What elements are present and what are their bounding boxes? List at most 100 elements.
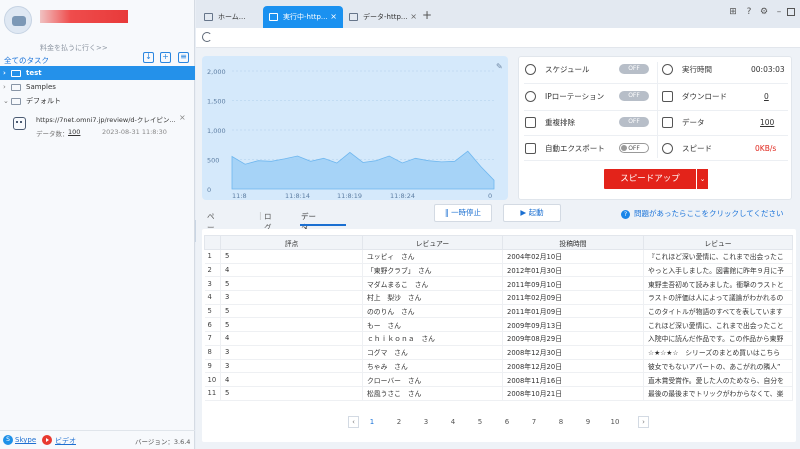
add-tab-button[interactable]: +: [422, 8, 432, 22]
task-count[interactable]: 100: [68, 128, 80, 136]
table-row[interactable]: 6 5 もー さん 2009年09月13日 これほど深い愛情に、これまで出会ったこと: [204, 317, 793, 333]
table-row[interactable]: 7 4 ｃｈｉｋｏｎａ さん 2009年08月29日 入院中に読んだ作品です。この作品か…: [204, 331, 793, 346]
next-page-button[interactable]: ›: [638, 416, 649, 428]
column-header[interactable]: レビュー: [643, 235, 793, 250]
column-header[interactable]: [204, 235, 221, 250]
data-value[interactable]: 100: [760, 118, 774, 127]
tree-item-samples[interactable]: › Samples: [0, 80, 195, 94]
page-button[interactable]: 3: [420, 416, 432, 428]
page-button[interactable]: 7: [528, 416, 540, 428]
tree-item-test[interactable]: › test: [0, 66, 195, 80]
close-icon[interactable]: ×: [179, 113, 186, 122]
table-cell: マダムまるこ さん: [362, 276, 503, 292]
speedup-button[interactable]: スピードアップ: [604, 169, 696, 189]
table-row[interactable]: 8 3 コグマ さん 2008年12月30日 ☆★☆★☆ シリーズのまとめ買いはこちら: [204, 345, 793, 360]
page-button[interactable]: 2: [393, 416, 405, 428]
import-icon[interactable]: ↓: [143, 52, 154, 63]
table-cell: 5: [204, 304, 221, 319]
table-cell: 2: [204, 263, 221, 278]
skype-icon[interactable]: S: [3, 435, 13, 445]
page-button[interactable]: 8: [555, 416, 567, 428]
refresh-icon[interactable]: [202, 32, 212, 42]
table-row[interactable]: 11 5 松風うさこ さん 2008年10月21日 最後の最後までトリックがわからなくて…: [204, 386, 793, 401]
divider: [524, 160, 788, 161]
tab-bar: ホーム... 実行中-http... × データ-http... × + ⊞ ?…: [196, 0, 800, 28]
chevron-right-icon[interactable]: ›: [3, 83, 11, 91]
page-button[interactable]: 1: [366, 416, 378, 428]
table-cell: ☆★☆★☆ シリーズのまとめ買いはこちら: [643, 345, 793, 360]
column-header[interactable]: 投稿時間: [502, 235, 644, 250]
divider: [524, 83, 788, 84]
chevron-down-icon[interactable]: ⌄: [697, 169, 708, 189]
column-header[interactable]: レビュアー: [362, 235, 503, 250]
speed-row: スピード: [662, 141, 712, 155]
home-icon: [204, 13, 213, 21]
download-icon: [662, 90, 673, 102]
task-item[interactable]: https://7net.omni7.jp/review/d-クレイピン... …: [0, 110, 195, 140]
sync-icon[interactable]: ≡: [178, 52, 189, 63]
minimize-icon[interactable]: –: [774, 7, 784, 17]
table-cell: 9: [204, 359, 221, 374]
tree-item-default[interactable]: ⌄ デフォルト: [0, 94, 195, 108]
all-tasks-label[interactable]: 全てのタスク: [4, 55, 49, 66]
table-row[interactable]: 9 3 ちゃみ さん 2008年12月20日 彼女でもないアパートの、あこがれの隣人”: [204, 359, 793, 374]
table-cell: ｃｈｉｋｏｎａ さん: [362, 331, 503, 346]
table-cell: 6: [204, 317, 221, 333]
page-button[interactable]: 10: [609, 416, 621, 428]
auto-export-toggle[interactable]: OFF: [619, 143, 649, 153]
table-cell: 2004年02月10日: [502, 249, 644, 264]
table-cell: 彼女でもないアパートの、あこがれの隣人”: [643, 359, 793, 374]
table-row[interactable]: 10 4 クローバー さん 2008年11月16日 直木賞受賞作。愛した人のためなら、自…: [204, 372, 793, 387]
video-icon[interactable]: [42, 435, 52, 445]
table-row[interactable]: 5 5 ののりん さん 2011年01月09日 このタイトルが物語のすべてを表しています: [204, 304, 793, 319]
data-table-card: 評点 レビュアー 投稿時間 レビュー 1 5 ユッピィ さん 2004年02月10日『…: [202, 229, 796, 442]
chevron-right-icon[interactable]: ›: [3, 69, 11, 77]
table-row[interactable]: 2 4 「東野クラブ」 さん 2012年01月30日 やっと入手しました。図書館に昨年９…: [204, 263, 793, 278]
table-row[interactable]: 3 5 マダムまるこ さん 2011年09月10日 東野圭吾初めて読みました。衝撃のラス…: [204, 276, 793, 292]
dedupe-toggle[interactable]: OFF: [619, 117, 649, 127]
tab-running[interactable]: 実行中-http... ×: [263, 6, 343, 28]
page-button[interactable]: 4: [447, 416, 459, 428]
start-button[interactable]: ▶ 起動: [503, 204, 561, 222]
close-tab-icon[interactable]: ×: [330, 12, 337, 21]
page-button[interactable]: 9: [582, 416, 594, 428]
maximize-icon[interactable]: [787, 8, 795, 16]
video-link[interactable]: ビデオ: [55, 436, 76, 446]
table-row[interactable]: 4 3 村上 梨沙 さん 2011年02月09日 ラストの評価は人によって議論がわかれる…: [204, 290, 793, 305]
table-row[interactable]: 1 5 ユッピィ さん 2004年02月10日 『これほど深い愛情に、これまで出会ったこ: [204, 249, 793, 264]
table-cell: やっと入手しました。図書館に昨年９月に予: [643, 263, 793, 278]
tab-data[interactable]: データ-http... ×: [343, 6, 423, 28]
page-button[interactable]: 6: [501, 416, 513, 428]
x-right-label: 0: [488, 192, 492, 200]
settings-icon[interactable]: ⚙: [759, 7, 769, 17]
folder-icon: [11, 83, 21, 91]
table-cell: 2008年12月20日: [502, 359, 644, 374]
task-date: 2023-08-31 11:8:30: [102, 128, 167, 136]
table-cell: ののりん さん: [362, 304, 503, 319]
new-task-icon[interactable]: +: [160, 52, 171, 63]
chart-svg: 2,000 1,500 1,000 500 0 11:8 11:8:14 11:8:19 11:…: [207, 68, 495, 200]
help-link[interactable]: ? 問題があったらここをクリックしてください: [621, 208, 784, 219]
schedule-toggle[interactable]: OFF: [619, 64, 649, 74]
gift-icon[interactable]: ⊞: [728, 7, 738, 17]
avatar[interactable]: [4, 6, 32, 34]
skype-link[interactable]: Skype: [15, 436, 36, 444]
download-value[interactable]: 0: [764, 92, 769, 101]
chevron-down-icon[interactable]: ⌄: [3, 97, 11, 105]
left-footer: S Skype ビデオ バージョン：3.6.4: [0, 430, 195, 449]
edit-icon[interactable]: ✎: [496, 62, 503, 71]
table-cell: コグマ さん: [362, 345, 503, 360]
prev-page-button[interactable]: ‹: [348, 416, 359, 428]
column-header[interactable]: 評点: [220, 235, 363, 250]
help-icon[interactable]: ?: [744, 7, 754, 17]
task-url[interactable]: https://7net.omni7.jp/review/d-クレイピン...: [36, 114, 178, 124]
page-button[interactable]: 5: [474, 416, 486, 428]
pause-button[interactable]: ‖ 一時停止: [434, 204, 492, 222]
table-cell: 5: [220, 304, 363, 319]
ip-rotation-label: IPローテーション: [545, 91, 605, 101]
close-tab-icon[interactable]: ×: [410, 12, 417, 21]
ip-rotation-toggle[interactable]: OFF: [619, 91, 649, 101]
tab-home[interactable]: ホーム...: [198, 6, 262, 28]
dedupe-label: 重複排除: [545, 117, 575, 127]
chart-icon: [662, 116, 673, 128]
